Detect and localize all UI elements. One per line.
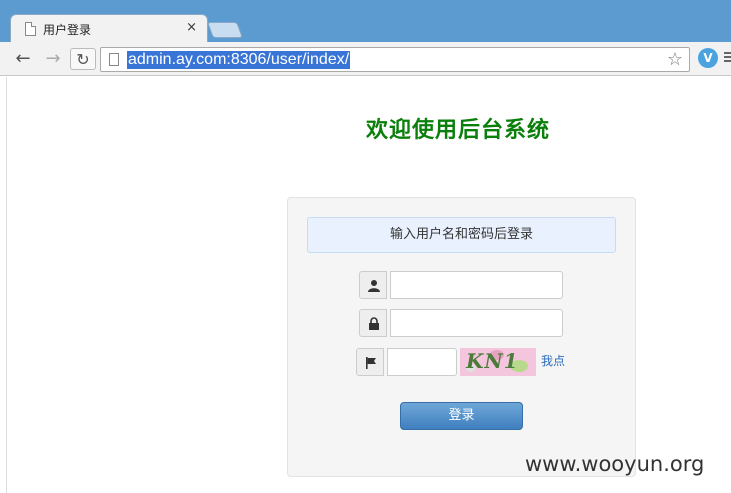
browser-tab[interactable]: 用户登录 × (10, 14, 208, 42)
captcha-input[interactable] (387, 348, 457, 376)
star-icon[interactable]: ☆ (667, 49, 683, 70)
captcha-image[interactable]: KN1 (460, 348, 536, 376)
page-title: 欢迎使用后台系统 (366, 118, 551, 143)
arrow-left-icon[interactable]: ← (12, 48, 34, 70)
login-notice: 输入用户名和密码后登录 (307, 217, 616, 253)
captcha-refresh-link[interactable]: 我点 (541, 352, 565, 369)
new-tab-button[interactable] (207, 22, 243, 38)
browser-titlebar: 用户登录 × (0, 0, 731, 42)
reload-icon[interactable]: ↻ (70, 48, 96, 70)
tab-close-icon[interactable]: × (186, 20, 197, 35)
arrow-right-icon[interactable]: → (42, 48, 64, 70)
extension-icon[interactable]: V (698, 48, 718, 68)
browser-toolbar: ← → ↻ admin.ay.com:8306/user/index/ ☆ (0, 42, 731, 76)
watermark: www.wooyun.org (525, 452, 705, 476)
login-button[interactable]: 登录 (400, 402, 523, 430)
page-icon (25, 22, 36, 36)
flag-icon (356, 348, 384, 376)
user-icon (359, 271, 387, 299)
username-input[interactable] (390, 271, 563, 299)
password-input[interactable] (390, 309, 563, 337)
url-text[interactable]: admin.ay.com:8306/user/index/ (127, 51, 351, 69)
page-icon (109, 53, 119, 66)
captcha-text: KN1 (463, 349, 521, 373)
lock-icon (359, 309, 387, 337)
menu-icon[interactable] (724, 52, 731, 64)
tab-title: 用户登录 (43, 23, 92, 37)
address-bar[interactable]: admin.ay.com:8306/user/index/ ☆ (100, 47, 690, 72)
